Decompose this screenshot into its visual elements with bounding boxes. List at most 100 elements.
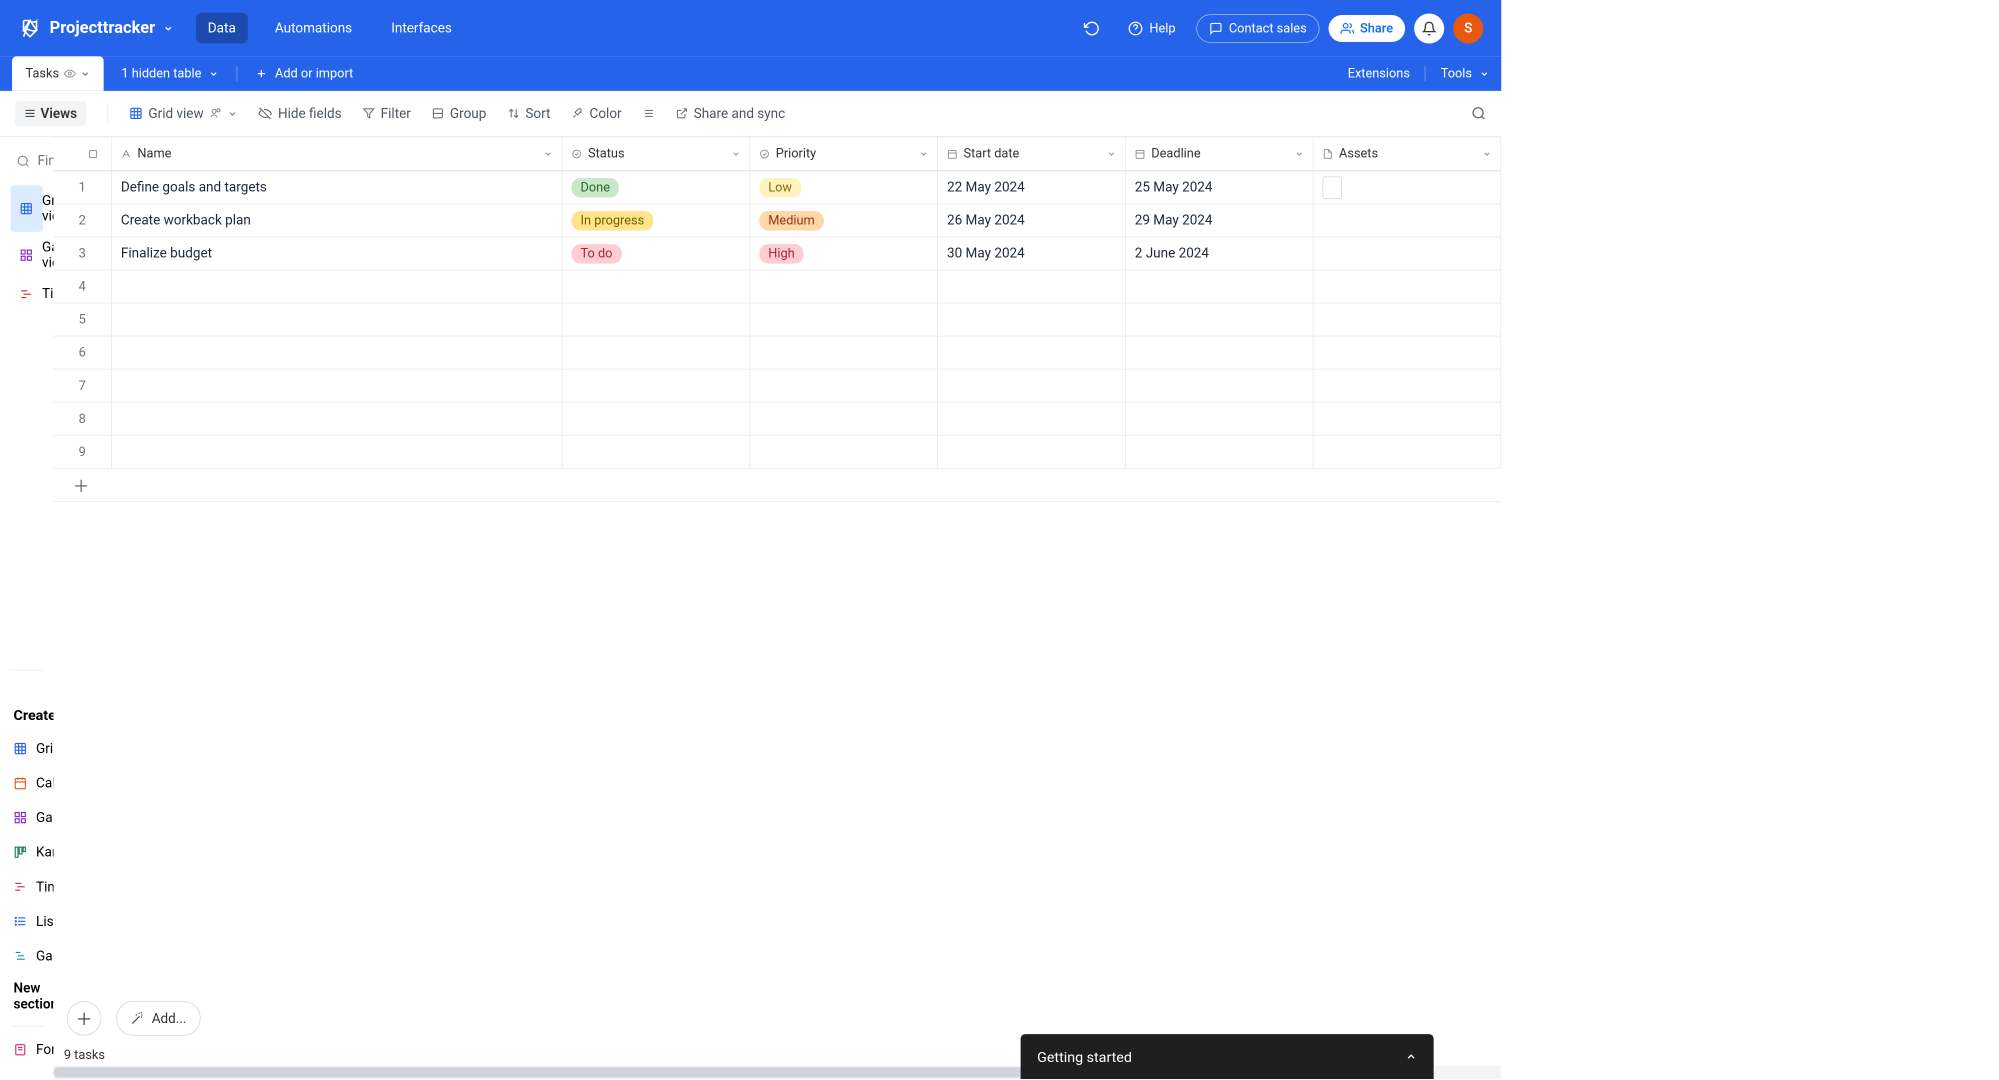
row-number[interactable]: 4 — [53, 270, 112, 303]
color-button[interactable]: Color — [571, 106, 621, 122]
add-button-round[interactable]: ＋ — [67, 1001, 102, 1036]
cell-deadline[interactable]: 25 May 2024 — [1126, 171, 1314, 204]
cell-name[interactable]: Finalize budget — [112, 237, 563, 270]
row-number[interactable]: 3 — [53, 237, 112, 270]
cell-deadline[interactable]: 29 May 2024 — [1126, 204, 1314, 237]
cell-status[interactable] — [562, 436, 750, 469]
cell-start-date[interactable]: 30 May 2024 — [938, 237, 1126, 270]
user-avatar[interactable]: S — [1453, 13, 1483, 43]
view-name-dropdown[interactable]: Grid view — [129, 106, 238, 122]
add-import-button[interactable]: Add or import — [255, 66, 353, 81]
filter-button[interactable]: Filter — [363, 106, 411, 122]
cell-name[interactable] — [112, 403, 563, 436]
nav-automations[interactable]: Automations — [263, 13, 364, 44]
cell-priority[interactable]: Medium — [750, 204, 938, 237]
add-menu-button[interactable]: Add... — [116, 1001, 200, 1036]
cell-start-date[interactable] — [938, 436, 1126, 469]
column-header-assets[interactable]: Assets — [1313, 137, 1501, 172]
hide-fields-button[interactable]: Hide fields — [258, 106, 341, 122]
cell-priority[interactable] — [750, 369, 938, 402]
row-number[interactable]: 5 — [53, 303, 112, 336]
create-gallery-button[interactable]: Gallery ＋ — [11, 801, 43, 836]
cell-assets[interactable] — [1313, 270, 1501, 303]
cell-name[interactable] — [112, 369, 563, 402]
cell-status[interactable]: To do — [562, 237, 750, 270]
brand[interactable]: Projecttracker — [18, 16, 173, 40]
cell-priority[interactable]: High — [750, 237, 938, 270]
add-row-button[interactable]: ＋ — [53, 469, 1501, 502]
cell-priority[interactable] — [750, 303, 938, 336]
create-kanban-button[interactable]: Kanban ＋ — [11, 835, 43, 870]
column-header-start[interactable]: Start date — [938, 137, 1126, 172]
tab-tasks[interactable]: Tasks — [12, 56, 103, 91]
cell-assets[interactable] — [1313, 403, 1501, 436]
cell-name[interactable] — [112, 436, 563, 469]
column-header-name[interactable]: Name — [112, 137, 563, 172]
cell-start-date[interactable]: 22 May 2024 — [938, 171, 1126, 204]
history-icon[interactable] — [1077, 13, 1107, 43]
cell-deadline[interactable] — [1126, 336, 1314, 369]
create-calendar-button[interactable]: Calendar ＋ — [11, 766, 43, 801]
cell-priority[interactable]: Low — [750, 171, 938, 204]
cell-name[interactable]: Create workback plan — [112, 204, 563, 237]
cell-status[interactable] — [562, 336, 750, 369]
create-form-button[interactable]: Form ＋ — [11, 1033, 43, 1068]
cell-status[interactable] — [562, 270, 750, 303]
cell-status[interactable]: Done — [562, 171, 750, 204]
cell-deadline[interactable] — [1126, 270, 1314, 303]
search-records-button[interactable] — [1471, 106, 1486, 121]
help-button[interactable]: Help — [1116, 15, 1187, 42]
cell-assets[interactable] — [1313, 336, 1501, 369]
create-gantt-button[interactable]: Gantt Team ＋ — [11, 939, 43, 974]
cell-deadline[interactable] — [1126, 403, 1314, 436]
chevron-down-icon[interactable] — [1482, 149, 1491, 158]
cell-deadline[interactable] — [1126, 369, 1314, 402]
cell-priority[interactable] — [750, 270, 938, 303]
chevron-down-icon[interactable] — [731, 149, 740, 158]
group-button[interactable]: Group — [432, 106, 486, 122]
cell-name[interactable] — [112, 303, 563, 336]
getting-started-panel[interactable]: Getting started — [1021, 1034, 1434, 1079]
cell-name[interactable]: Define goals and targets — [112, 171, 563, 204]
chevron-down-icon[interactable] — [1107, 149, 1116, 158]
cell-start-date[interactable] — [938, 403, 1126, 436]
row-number[interactable]: 1 — [53, 171, 112, 204]
row-number[interactable]: 9 — [53, 436, 112, 469]
views-button[interactable]: Views — [15, 101, 86, 126]
nav-data[interactable]: Data — [196, 13, 248, 44]
cell-deadline[interactable] — [1126, 303, 1314, 336]
cell-start-date[interactable] — [938, 303, 1126, 336]
view-item-gallery-view[interactable]: Gallery view — [11, 232, 43, 279]
nav-interfaces[interactable]: Interfaces — [379, 13, 464, 44]
cell-priority[interactable] — [750, 336, 938, 369]
cell-assets[interactable] — [1313, 171, 1501, 204]
find-view-input[interactable] — [38, 153, 54, 169]
chevron-down-icon[interactable] — [544, 149, 553, 158]
notifications-button[interactable] — [1414, 13, 1444, 43]
create-header[interactable]: Create... — [11, 699, 43, 731]
cell-start-date[interactable] — [938, 270, 1126, 303]
cell-name[interactable] — [112, 270, 563, 303]
cell-priority[interactable] — [750, 403, 938, 436]
cell-assets[interactable] — [1313, 303, 1501, 336]
cell-status[interactable] — [562, 369, 750, 402]
create-timeline-button[interactable]: Timeline Team ＋ — [11, 870, 43, 905]
chevron-down-icon[interactable] — [1295, 149, 1304, 158]
cell-deadline[interactable] — [1126, 436, 1314, 469]
tools-button[interactable]: Tools — [1441, 66, 1490, 81]
cell-start-date[interactable]: 26 May 2024 — [938, 204, 1126, 237]
cell-status[interactable] — [562, 403, 750, 436]
cell-status[interactable]: In progress — [562, 204, 750, 237]
row-height-button[interactable] — [643, 107, 655, 119]
column-header-deadline[interactable]: Deadline — [1126, 137, 1314, 172]
share-button[interactable]: Share — [1328, 15, 1405, 42]
cell-deadline[interactable]: 2 June 2024 — [1126, 237, 1314, 270]
cell-start-date[interactable] — [938, 336, 1126, 369]
sort-button[interactable]: Sort — [507, 106, 550, 122]
cell-assets[interactable] — [1313, 237, 1501, 270]
create-list-button[interactable]: List ＋ — [11, 904, 43, 939]
cell-priority[interactable] — [750, 436, 938, 469]
share-sync-button[interactable]: Share and sync — [676, 106, 786, 122]
column-header-status[interactable]: Status — [562, 137, 750, 172]
create-grid-button[interactable]: Grid ＋ — [11, 731, 43, 766]
